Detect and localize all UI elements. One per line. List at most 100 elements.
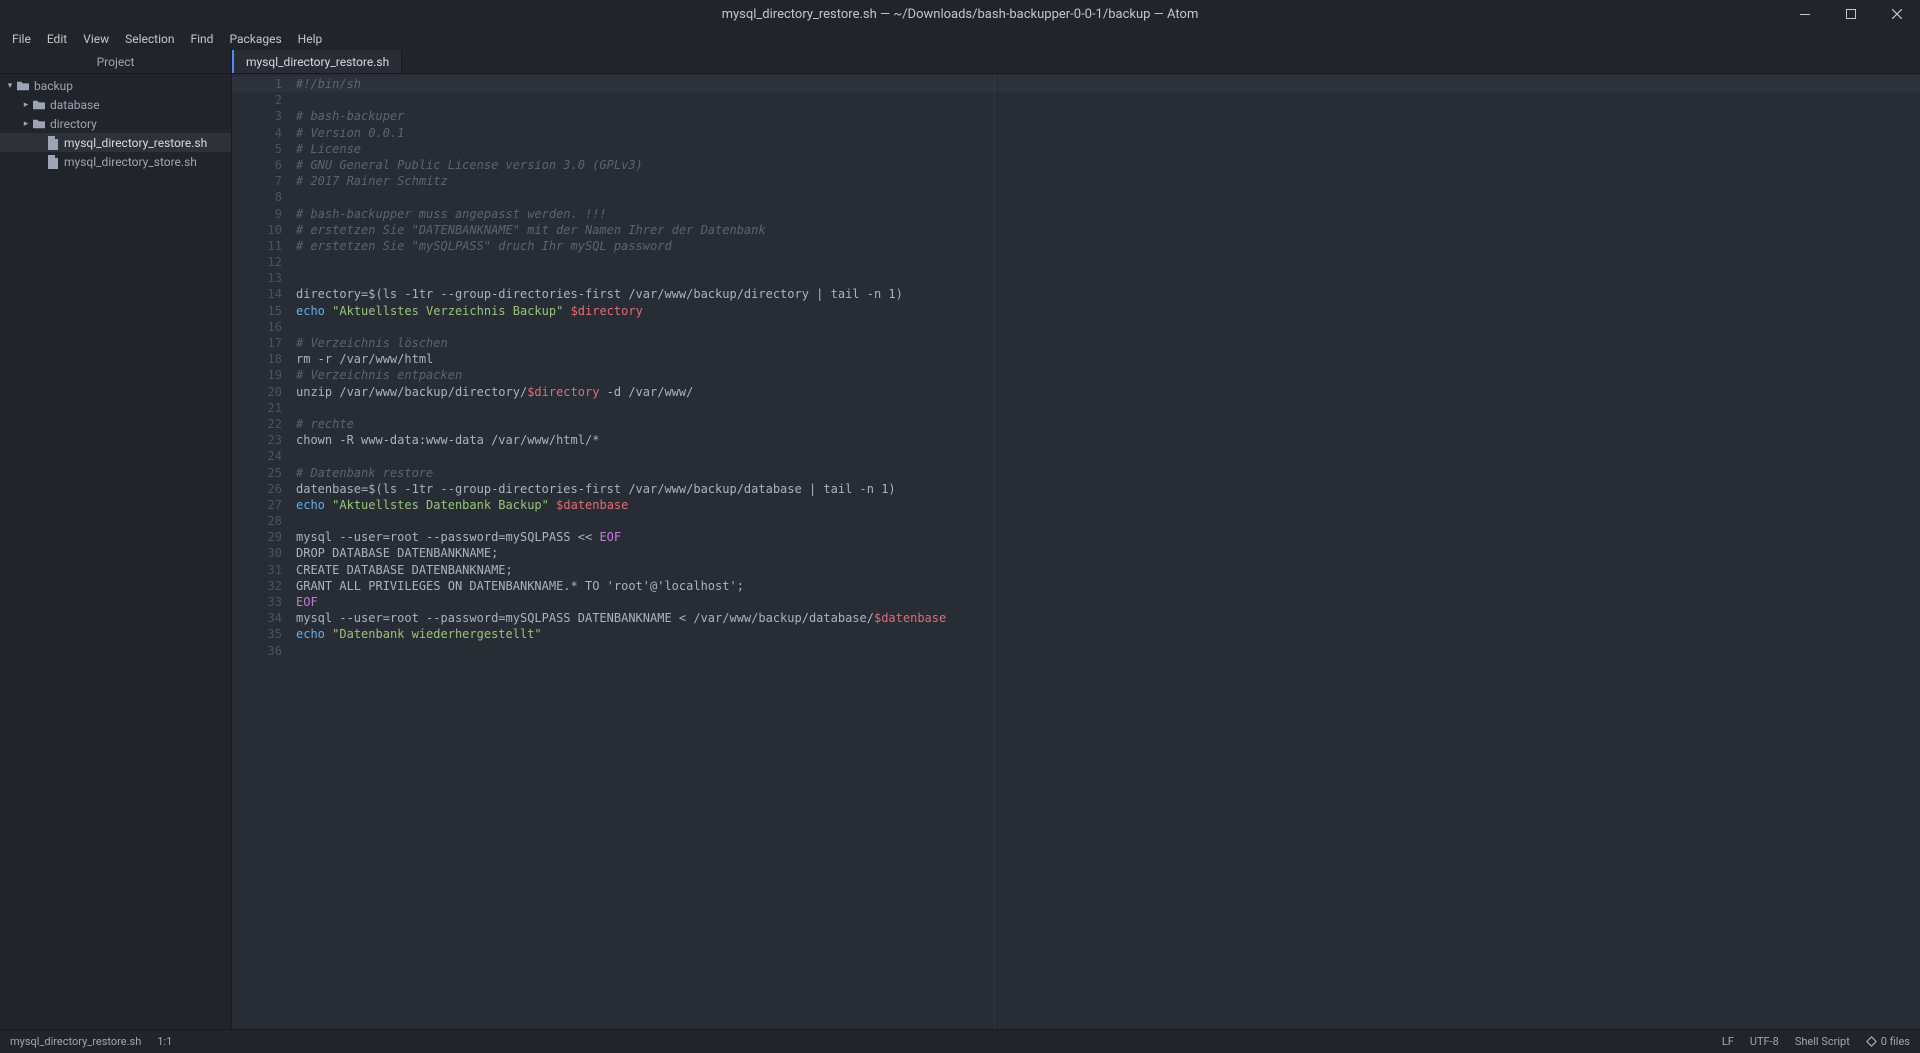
line-number: 13 (232, 270, 282, 286)
code-line[interactable]: # GNU General Public License version 3.0… (296, 157, 1920, 173)
tree-item-mysql-directory-store-sh[interactable]: mysql_directory_store.sh (0, 152, 231, 171)
code-line[interactable] (296, 643, 1920, 659)
tree-item-label: database (50, 98, 100, 112)
code-line[interactable]: CREATE DATABASE DATENBANKNAME; (296, 562, 1920, 578)
status-git-files[interactable]: 0 files (1866, 1035, 1910, 1048)
chevron-down-icon: ▾ (4, 81, 16, 91)
menu-packages[interactable]: Packages (221, 29, 289, 49)
code-line[interactable]: #!/bin/sh (296, 76, 1920, 92)
tree-item-mysql-directory-restore-sh[interactable]: mysql_directory_restore.sh (0, 133, 231, 152)
code-line[interactable]: # Datenbank restore (296, 465, 1920, 481)
line-number: 35 (232, 626, 282, 642)
code-line[interactable]: # erstetzen Sie "DATENBANKNAME" mit der … (296, 222, 1920, 238)
code-line[interactable] (296, 400, 1920, 416)
code-line[interactable]: # Verzeichnis löschen (296, 335, 1920, 351)
editor-pane: mysql_directory_restore.sh 1234567891011… (232, 50, 1920, 1029)
tree-item-backup[interactable]: ▾ backup (0, 76, 231, 95)
git-icon (1866, 1036, 1877, 1047)
line-number: 32 (232, 578, 282, 594)
line-number: 31 (232, 562, 282, 578)
code-line[interactable]: datenbase=$(ls -1tr --group-directories-… (296, 481, 1920, 497)
code-line[interactable]: mysql --user=root --password=mySQLPASS D… (296, 610, 1920, 626)
code-line[interactable] (296, 189, 1920, 205)
menu-selection[interactable]: Selection (117, 29, 182, 49)
window-controls (1782, 0, 1920, 28)
code-line[interactable] (296, 319, 1920, 335)
code-line[interactable]: GRANT ALL PRIVILEGES ON DATENBANKNAME.* … (296, 578, 1920, 594)
tab-bar: mysql_directory_restore.sh (232, 50, 1920, 74)
code-line[interactable]: # bash-backupper muss angepasst werden. … (296, 206, 1920, 222)
code-line[interactable]: EOF (296, 594, 1920, 610)
close-window-button[interactable] (1874, 0, 1920, 28)
minimize-button[interactable] (1782, 0, 1828, 28)
line-number: 23 (232, 432, 282, 448)
maximize-button[interactable] (1828, 0, 1874, 28)
line-number: 24 (232, 448, 282, 464)
code-line[interactable]: # bash-backuper (296, 108, 1920, 124)
code-line[interactable]: rm -r /var/www/html (296, 351, 1920, 367)
menubar: FileEditViewSelectionFindPackagesHelp (0, 28, 1920, 50)
menu-edit[interactable]: Edit (39, 29, 75, 49)
code-line[interactable]: mysql --user=root --password=mySQLPASS <… (296, 529, 1920, 545)
sidebar-header: Project (0, 50, 231, 74)
code-line[interactable]: echo "Aktuellstes Datenbank Backup" $dat… (296, 497, 1920, 513)
line-number: 17 (232, 335, 282, 351)
line-number: 11 (232, 238, 282, 254)
code-line[interactable]: # Version 0.0.1 (296, 125, 1920, 141)
status-file-name[interactable]: mysql_directory_restore.sh (10, 1035, 141, 1048)
tree-item-label: backup (34, 79, 73, 93)
close-icon (1892, 9, 1902, 19)
menu-file[interactable]: File (4, 29, 39, 49)
tree-item-directory[interactable]: ▸directory (0, 114, 231, 133)
tab-mysql-directory-restore-sh[interactable]: mysql_directory_restore.sh (232, 50, 402, 73)
code-line[interactable]: # rechte (296, 416, 1920, 432)
code-line[interactable]: # License (296, 141, 1920, 157)
code-editor[interactable]: 1234567891011121314151617181920212223242… (232, 74, 1920, 1029)
file-tree[interactable]: ▾ backup▸ database ▸directory mysql_director… (0, 74, 231, 1029)
line-number: 4 (232, 125, 282, 141)
line-number: 2 (232, 92, 282, 108)
status-encoding[interactable]: UTF-8 (1750, 1035, 1779, 1048)
tree-item-database[interactable]: ▸ database (0, 95, 231, 114)
code-line[interactable]: # Verzeichnis entpacken (296, 367, 1920, 383)
menu-view[interactable]: View (75, 29, 117, 49)
tree-item-label: directory (50, 117, 97, 131)
line-number: 30 (232, 545, 282, 561)
line-number-gutter: 1234567891011121314151617181920212223242… (232, 74, 290, 1029)
code-line[interactable]: chown -R www-data:www-data /var/www/html… (296, 432, 1920, 448)
code-line[interactable] (296, 448, 1920, 464)
code-line[interactable]: directory=$(ls -1tr --group-directories-… (296, 286, 1920, 302)
line-number: 14 (232, 286, 282, 302)
status-cursor-pos[interactable]: 1:1 (157, 1035, 172, 1048)
code-line[interactable]: echo "Datenbank wiederhergestellt" (296, 626, 1920, 642)
wrap-guide (994, 74, 995, 1029)
chevron-right-icon: ▸ (20, 100, 32, 110)
line-number: 20 (232, 384, 282, 400)
line-number: 18 (232, 351, 282, 367)
status-line-ending[interactable]: LF (1722, 1035, 1734, 1048)
code-line[interactable]: unzip /var/www/backup/directory/$directo… (296, 384, 1920, 400)
code-line[interactable]: DROP DATABASE DATENBANKNAME; (296, 545, 1920, 561)
code-content[interactable]: #!/bin/sh # bash-backuper# Version 0.0.1… (290, 74, 1920, 1029)
code-line[interactable] (296, 270, 1920, 286)
code-line[interactable]: # 2017 Rainer Schmitz (296, 173, 1920, 189)
tree-item-label: mysql_directory_restore.sh (64, 136, 207, 150)
line-number: 27 (232, 497, 282, 513)
status-right: LF UTF-8 Shell Script 0 files (1722, 1035, 1910, 1048)
line-number: 1 (232, 76, 282, 92)
line-number: 28 (232, 513, 282, 529)
line-number: 25 (232, 465, 282, 481)
line-number: 19 (232, 367, 282, 383)
sidebar-panel: Project ▾ backup▸ database ▸directory mysql_… (0, 50, 232, 1029)
code-line[interactable] (296, 513, 1920, 529)
code-line[interactable] (296, 92, 1920, 108)
line-number: 21 (232, 400, 282, 416)
menu-help[interactable]: Help (290, 29, 331, 49)
line-number: 7 (232, 173, 282, 189)
menu-find[interactable]: Find (183, 29, 222, 49)
code-line[interactable] (296, 254, 1920, 270)
status-bar: mysql_directory_restore.sh 1:1 LF UTF-8 … (0, 1029, 1920, 1053)
code-line[interactable]: # erstetzen Sie "mySQLPASS" druch Ihr my… (296, 238, 1920, 254)
code-line[interactable]: echo "Aktuellstes Verzeichnis Backup" $d… (296, 303, 1920, 319)
status-language[interactable]: Shell Script (1795, 1035, 1850, 1048)
